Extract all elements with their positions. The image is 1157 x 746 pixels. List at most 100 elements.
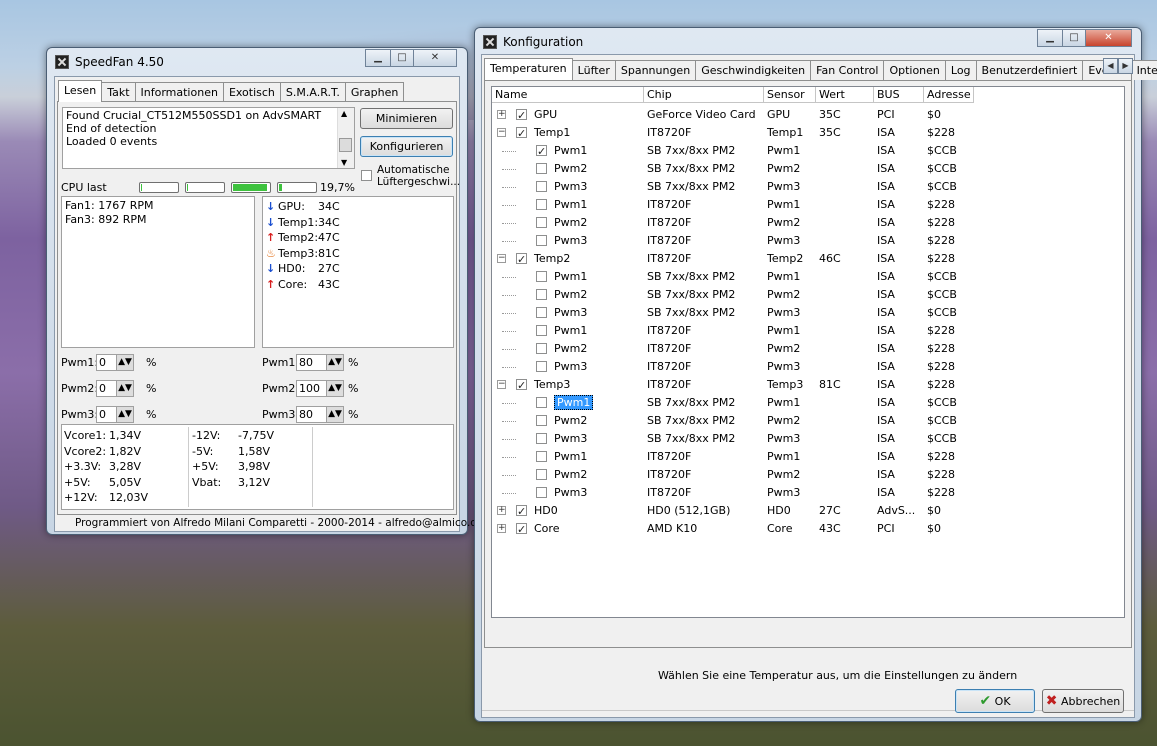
scroll-down-icon[interactable]: ▼: [341, 158, 347, 167]
config-close-button[interactable]: ✕: [1085, 29, 1132, 47]
sensor-checkbox[interactable]: [516, 125, 527, 143]
speedfan-titlebar[interactable]: SpeedFan 4.50 ▁ □ ✕: [47, 48, 467, 74]
spin-arrows-icon[interactable]: ▲▼: [326, 381, 343, 396]
spin-arrows-icon[interactable]: ▲▼: [326, 355, 343, 370]
config-tab-6[interactable]: Log: [944, 60, 977, 80]
sensor-checkbox[interactable]: [516, 521, 527, 539]
column-header[interactable]: Sensor: [764, 87, 816, 103]
sensor-checkbox[interactable]: [516, 107, 527, 125]
config-tab-0[interactable]: Temperaturen: [484, 58, 573, 80]
expand-toggle-icon[interactable]: −: [497, 254, 506, 263]
minimize-window-button[interactable]: ▁: [365, 49, 391, 67]
log-box[interactable]: Found Crucial_CT512M550SSD1 on AdvSMART E…: [62, 107, 355, 169]
column-header[interactable]: Chip: [644, 87, 764, 103]
scroll-thumb[interactable]: [339, 138, 352, 152]
configure-button[interactable]: Konfigurieren: [360, 136, 453, 157]
table-row[interactable]: Pwm2 SB 7xx/8xx PM2 Pwm2 ISA $CCB: [492, 412, 1124, 430]
table-row[interactable]: − Temp2 IT8720F Temp2 46C ISA $228: [492, 250, 1124, 269]
table-row[interactable]: + Core AMD K10 Core 43C PCI $0: [492, 520, 1124, 539]
sensor-checkbox[interactable]: [536, 397, 547, 408]
config-tab-1[interactable]: Lüfter: [571, 60, 616, 80]
sensor-checkbox[interactable]: [536, 415, 547, 426]
tabs-scroll-right-button[interactable]: ▶: [1118, 58, 1133, 74]
auto-fan-checkbox[interactable]: [361, 170, 372, 181]
sensor-checkbox[interactable]: [536, 451, 547, 462]
pwm-spinner[interactable]: 80 ▲▼: [296, 354, 344, 371]
sensor-checkbox[interactable]: [536, 487, 547, 498]
table-row[interactable]: Pwm2 IT8720F Pwm2 ISA $228: [492, 466, 1124, 484]
sensor-checkbox[interactable]: [516, 377, 527, 395]
config-tab-5[interactable]: Optionen: [883, 60, 946, 80]
tab-4[interactable]: S.M.A.R.T.: [279, 82, 346, 102]
spin-arrows-icon[interactable]: ▲▼: [116, 355, 133, 370]
sensor-checkbox[interactable]: [536, 163, 547, 174]
table-row[interactable]: Pwm2 IT8720F Pwm2 ISA $228: [492, 214, 1124, 232]
sensor-checkbox[interactable]: [536, 271, 547, 282]
spin-arrows-icon[interactable]: ▲▼: [116, 407, 133, 422]
table-row[interactable]: Pwm2 SB 7xx/8xx PM2 Pwm2 ISA $CCB: [492, 286, 1124, 304]
table-row[interactable]: Pwm1 SB 7xx/8xx PM2 Pwm1 ISA $CCB: [492, 394, 1124, 412]
pwm-spinner[interactable]: 80 ▲▼: [296, 406, 344, 423]
pwm-spinner[interactable]: 0 ▲▼: [96, 380, 134, 397]
sensor-checkbox[interactable]: [536, 325, 547, 336]
pwm-spinner[interactable]: 100 ▲▼: [296, 380, 344, 397]
table-row[interactable]: Pwm2 IT8720F Pwm2 ISA $228: [492, 340, 1124, 358]
tabs-scroll-left-button[interactable]: ◀: [1103, 58, 1118, 74]
sensor-checkbox[interactable]: [536, 289, 547, 300]
tab-5[interactable]: Graphen: [344, 82, 405, 102]
table-row[interactable]: Pwm1 IT8720F Pwm1 ISA $228: [492, 196, 1124, 214]
expand-toggle-icon[interactable]: +: [497, 506, 506, 515]
tab-2[interactable]: Informationen: [134, 82, 224, 102]
expand-toggle-icon[interactable]: −: [497, 380, 506, 389]
pwm-spinner[interactable]: 0 ▲▼: [96, 354, 134, 371]
column-header[interactable]: Wert: [816, 87, 874, 103]
column-header[interactable]: BUS: [874, 87, 924, 103]
maximize-window-button[interactable]: □: [390, 49, 414, 67]
pwm-spinner[interactable]: 0 ▲▼: [96, 406, 134, 423]
sensor-checkbox[interactable]: [536, 361, 547, 372]
spin-arrows-icon[interactable]: ▲▼: [116, 381, 133, 396]
table-row[interactable]: Pwm1 SB 7xx/8xx PM2 Pwm1 ISA $CCB: [492, 142, 1124, 161]
table-row[interactable]: − Temp3 IT8720F Temp3 81C ISA $228: [492, 376, 1124, 395]
sensor-checkbox[interactable]: [536, 181, 547, 192]
sensor-checkbox[interactable]: [536, 307, 547, 318]
spin-arrows-icon[interactable]: ▲▼: [326, 407, 343, 422]
sensor-checkbox[interactable]: [536, 343, 547, 354]
table-row[interactable]: Pwm3 SB 7xx/8xx PM2 Pwm3 ISA $CCB: [492, 430, 1124, 448]
config-titlebar[interactable]: Konfiguration ▁ □ ✕: [475, 28, 1141, 54]
config-tab-3[interactable]: Geschwindigkeiten: [695, 60, 812, 80]
close-window-button[interactable]: ✕: [413, 49, 457, 67]
expand-toggle-icon[interactable]: +: [497, 524, 506, 533]
tab-0[interactable]: Lesen: [58, 80, 103, 102]
column-header[interactable]: Name: [492, 87, 644, 103]
sensor-checkbox[interactable]: [516, 503, 527, 521]
expand-toggle-icon[interactable]: +: [497, 110, 506, 119]
table-row[interactable]: Pwm3 IT8720F Pwm3 ISA $228: [492, 484, 1124, 502]
config-tab-4[interactable]: Fan Control: [810, 60, 885, 80]
ok-button[interactable]: ✔ OK: [955, 689, 1035, 713]
config-maximize-button[interactable]: □: [1062, 29, 1086, 47]
tab-3[interactable]: Exotisch: [222, 82, 281, 102]
config-tab-7[interactable]: Benutzerdefiniert: [975, 60, 1084, 80]
scroll-up-icon[interactable]: ▲: [341, 109, 347, 118]
config-tab-2[interactable]: Spannungen: [614, 60, 697, 80]
sensor-checkbox[interactable]: [536, 199, 547, 210]
table-row[interactable]: Pwm1 IT8720F Pwm1 ISA $228: [492, 448, 1124, 466]
column-header[interactable]: Adresse: [924, 87, 974, 103]
sensor-checkbox[interactable]: [536, 433, 547, 444]
tab-1[interactable]: Takt: [101, 82, 136, 102]
table-row[interactable]: + GPU GeForce Video Card GPU 35C PCI $0: [492, 106, 1124, 125]
table-row[interactable]: Pwm3 SB 7xx/8xx PM2 Pwm3 ISA $CCB: [492, 178, 1124, 196]
minimize-button[interactable]: Minimieren: [360, 108, 453, 129]
sensor-checkbox[interactable]: [516, 251, 527, 269]
table-row[interactable]: Pwm3 IT8720F Pwm3 ISA $228: [492, 358, 1124, 376]
expand-toggle-icon[interactable]: −: [497, 128, 506, 137]
table-row[interactable]: + HD0 HD0 (512,1GB) HD0 27C AdvS... $0: [492, 502, 1124, 521]
config-minimize-button[interactable]: ▁: [1037, 29, 1063, 47]
table-row[interactable]: Pwm3 SB 7xx/8xx PM2 Pwm3 ISA $CCB: [492, 304, 1124, 322]
cancel-button[interactable]: ✖ Abbrechen: [1042, 689, 1124, 713]
sensor-checkbox[interactable]: [536, 143, 547, 161]
sensor-checkbox[interactable]: [536, 469, 547, 480]
table-row[interactable]: Pwm1 IT8720F Pwm1 ISA $228: [492, 322, 1124, 340]
sensor-checkbox[interactable]: [536, 235, 547, 246]
